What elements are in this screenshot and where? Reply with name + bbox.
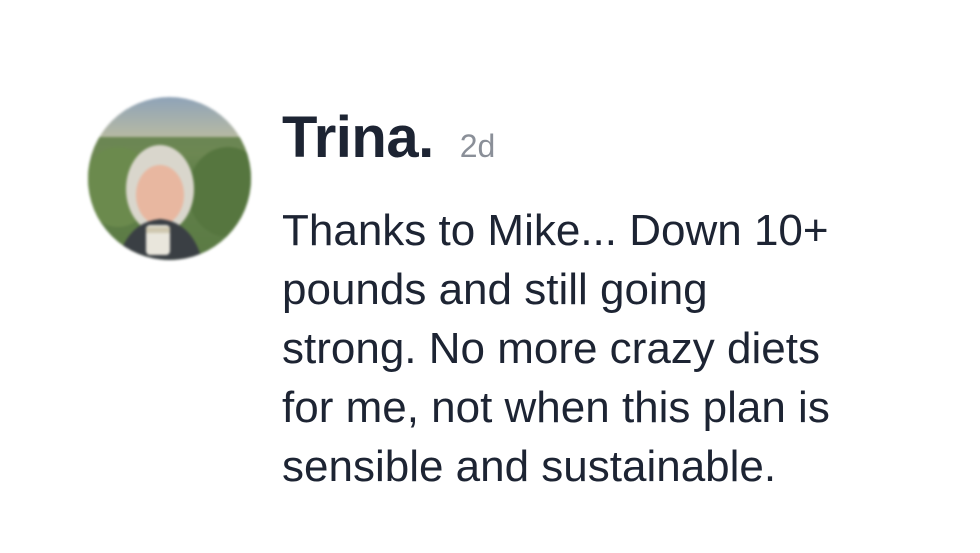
author-name[interactable]: Trina.: [282, 104, 434, 171]
comment-card: Trina. 2d Thanks to Mike... Down 10+ pou…: [0, 0, 980, 553]
comment-header: Trina. 2d: [282, 104, 495, 171]
avatar[interactable]: [88, 97, 251, 260]
comment-text: Thanks to Mike... Down 10+ pounds and st…: [282, 206, 830, 491]
avatar-photo: [88, 97, 251, 260]
timestamp: 2d: [459, 128, 496, 164]
